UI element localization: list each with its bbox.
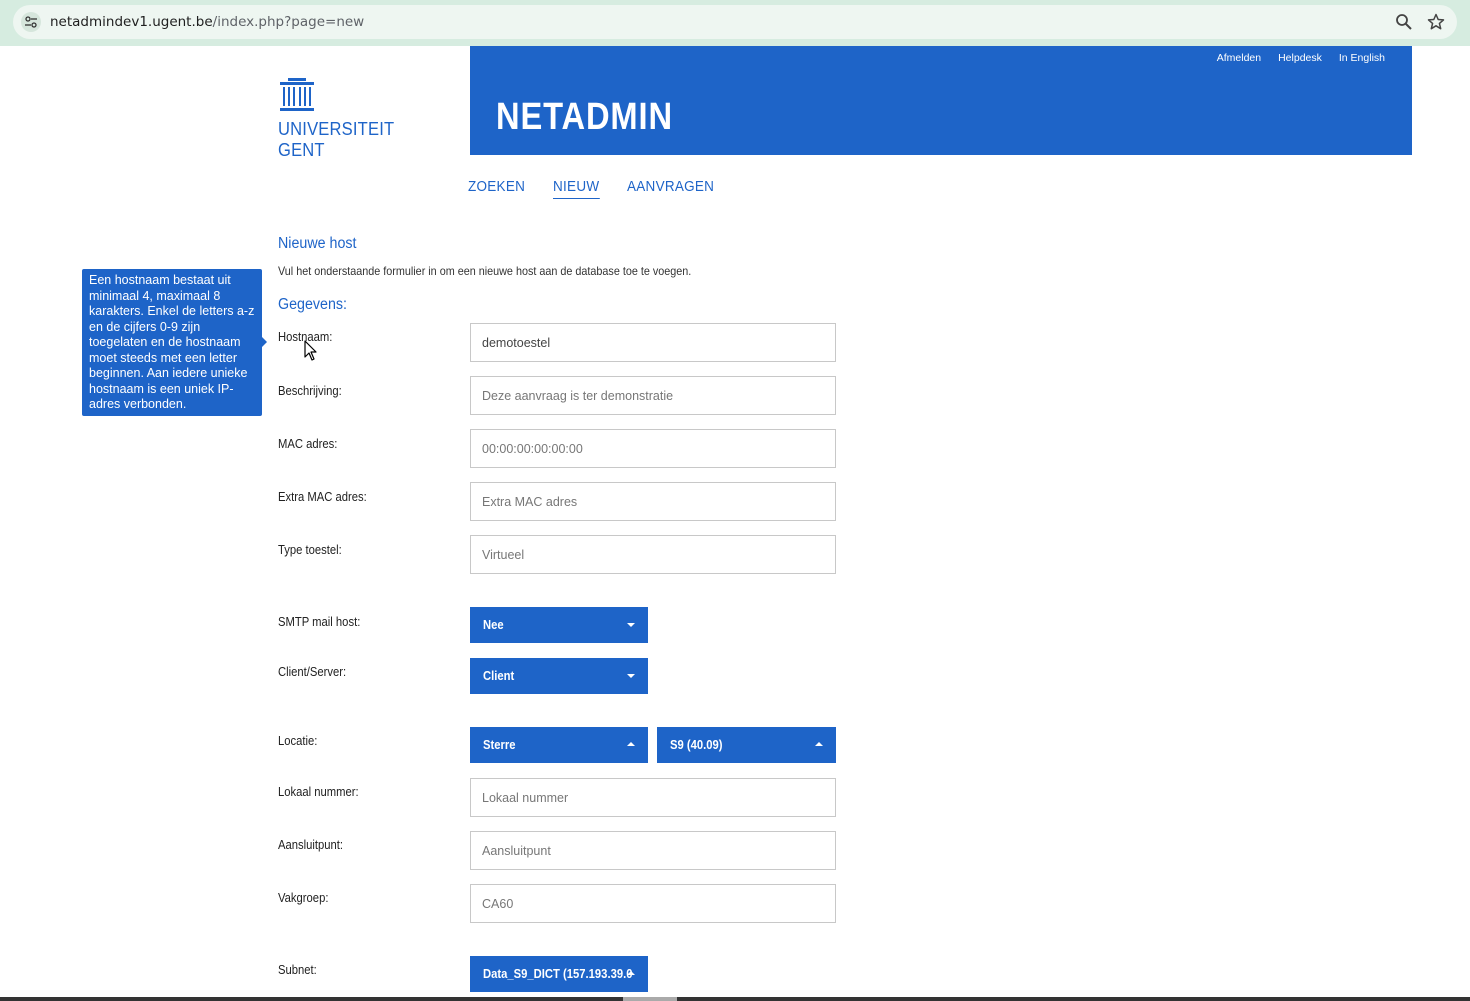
connection-point-label: Aansluitpunt: [278,838,344,852]
caret-down-icon [627,674,635,678]
location-building-select[interactable]: S9 (40.09) [657,727,836,763]
url-text[interactable]: netadmindev1.ugent.be/index.php?page=new [50,14,364,30]
nav-search[interactable]: ZOEKEN [468,178,525,199]
english-link[interactable]: In English [1339,52,1385,64]
extra-mac-label: Extra MAC adres: [278,490,367,504]
room-label: Lokaal nummer: [278,785,359,799]
room-input[interactable] [470,778,836,817]
logo-text-line2: GENT [278,140,325,160]
client-server-label: Client/Server: [278,665,347,679]
site-settings-icon[interactable] [21,12,41,32]
location-label: Locatie: [278,734,318,748]
tooltip-arrow [262,337,267,347]
connection-point-input[interactable] [470,831,836,870]
browser-toolbar: netadmindev1.ugent.be/index.php?page=new [0,0,1470,46]
smtp-select[interactable]: Nee [470,607,648,643]
hostname-input[interactable] [470,323,836,362]
subnet-label: Subnet: [278,963,317,977]
caret-up-icon [627,742,635,746]
bookmark-star-icon[interactable] [1427,13,1445,31]
client-server-select[interactable]: Client [470,658,648,694]
smtp-selected: Nee [483,618,504,632]
description-label: Beschrijving: [278,384,342,398]
hostname-tooltip: Een hostnaam bestaat uit minimaal 4, max… [82,269,262,416]
caret-down-icon [627,623,635,627]
subnet-selected: Data_S9_DICT (157.193.39.0 [483,967,633,981]
subnet-select[interactable]: Data_S9_DICT (157.193.39.0 [470,956,648,992]
caret-up-icon [815,742,823,746]
section-title: Gegevens: [278,296,347,313]
address-bar[interactable]: netadmindev1.ugent.be/index.php?page=new [13,5,1457,39]
top-links: Afmelden Helpdesk In English [1217,52,1385,64]
url-host: netadmindev1.ugent.be [50,14,213,30]
department-input[interactable] [470,884,836,923]
extra-mac-input[interactable] [470,482,836,521]
caret-up-icon [627,971,635,975]
logo-text-line1: UNIVERSITEIT [278,119,395,139]
main-nav: ZOEKEN NIEUW AANVRAGEN [468,178,724,199]
header-banner: Afmelden Helpdesk In English NETADMIN [470,46,1412,155]
logout-link[interactable]: Afmelden [1217,52,1261,64]
zoom-icon[interactable] [1395,13,1413,31]
location-site-select[interactable]: Sterre [470,727,648,763]
scrollbar-thumb[interactable] [623,997,677,1001]
ugent-logo[interactable]: UNIVERSITEIT GENT [278,78,398,160]
nav-requests[interactable]: AANVRAGEN [627,178,714,199]
page-title: Nieuwe host [278,235,357,252]
app-title: NETADMIN [496,96,673,138]
window-bottom-edge [0,997,1470,1001]
client-server-selected: Client [483,669,515,683]
device-type-label: Type toestel: [278,543,342,557]
smtp-label: SMTP mail host: [278,615,361,629]
nav-new[interactable]: NIEUW [553,178,600,199]
helpdesk-link[interactable]: Helpdesk [1278,52,1322,64]
description-input[interactable] [470,376,836,415]
university-building-icon [280,78,314,111]
location-site-selected: Sterre [483,738,516,752]
department-label: Vakgroep: [278,891,329,905]
url-path: /index.php?page=new [212,14,365,30]
device-type-input[interactable] [470,535,836,574]
mac-label: MAC adres: [278,437,338,451]
location-building-selected: S9 (40.09) [670,738,723,752]
mouse-pointer-icon [304,340,317,361]
mac-input[interactable] [470,429,836,468]
page-intro: Vul het onderstaande formulier in om een… [278,264,692,278]
